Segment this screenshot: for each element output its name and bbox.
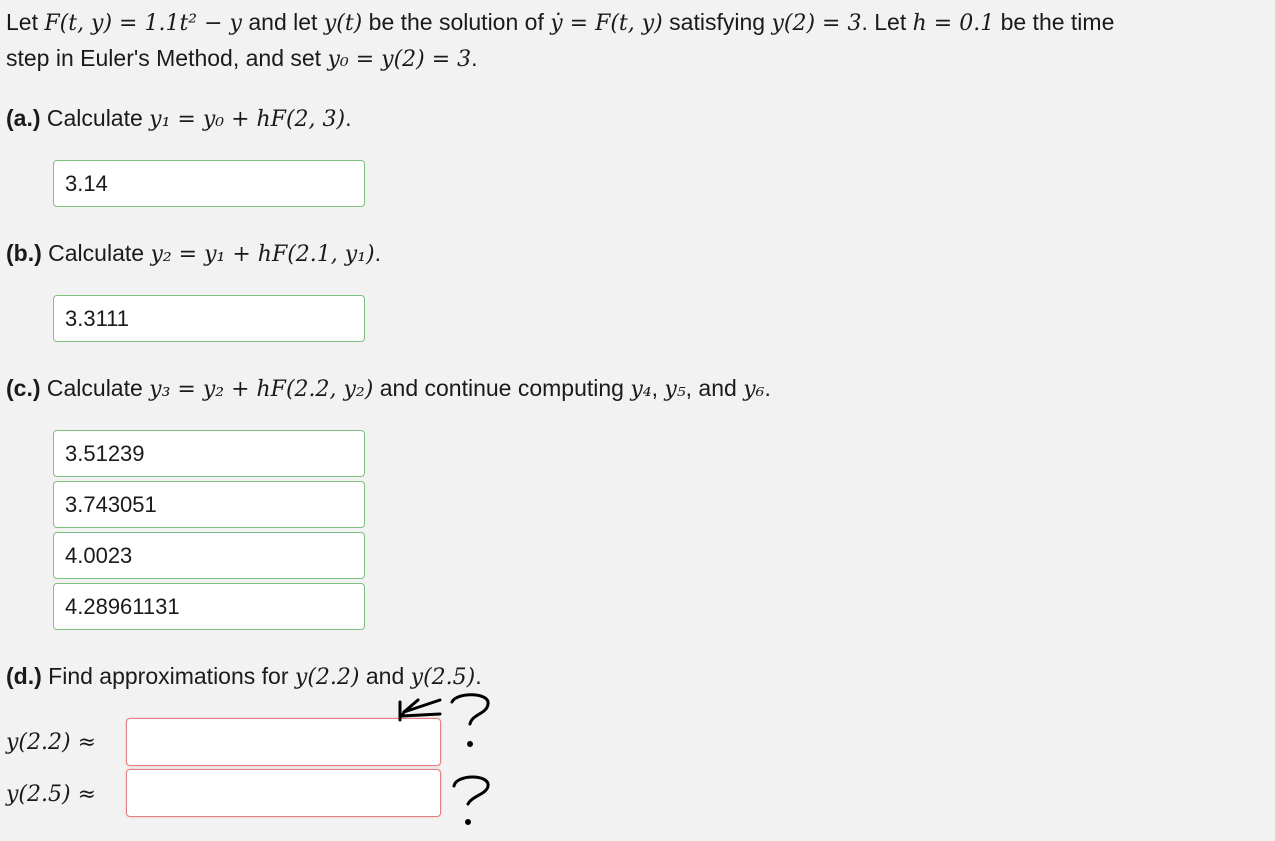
part-c-continue-text: and continue computing xyxy=(379,375,624,401)
intro-step-text: step in Euler's Method, and set xyxy=(6,45,322,71)
part-b-label: (b.) xyxy=(6,240,42,266)
answer-y1[interactable]: 3.14 xyxy=(53,160,365,207)
answer-y4[interactable]: 3.743051 xyxy=(53,481,365,528)
y-2-2-symbol: y(2.2) xyxy=(294,665,360,690)
y5-symbol: y₅ xyxy=(664,377,686,402)
part-c-end: . xyxy=(764,375,771,401)
part-b-end: . xyxy=(374,240,381,266)
part-d-prompt: (d.) Find approximations for y(2.2) and … xyxy=(6,662,482,692)
part-a-formula: y₁ = y₀ + hF(2, 3) xyxy=(149,107,346,132)
y-2-5-symbol: y(2.5) xyxy=(410,665,476,690)
part-b-formula: y₂ = y₁ + hF(2.1, y₁) xyxy=(150,242,375,267)
answer-y3[interactable]: 3.51239 xyxy=(53,430,365,477)
row1-label: y(2.2) ≈ xyxy=(6,727,96,757)
intro-line-2: step in Euler's Method, and set y₀ = y(2… xyxy=(6,44,478,74)
part-a-prompt: (a.) Calculate y₁ = y₀ + hF(2, 3). xyxy=(6,104,351,134)
answer-y2[interactable]: 3.3111 xyxy=(53,295,365,342)
intro-be-time: be the time xyxy=(1000,9,1115,35)
part-b-prompt: (b.) Calculate y₂ = y₁ + hF(2.1, y₁). xyxy=(6,239,381,269)
y0-definition: y₀ = y(2) = 3 xyxy=(327,47,472,72)
part-d-end: . xyxy=(475,663,482,689)
part-b-text: Calculate xyxy=(48,240,145,266)
h-definition: h = 0.1 xyxy=(912,11,995,36)
part-c-prompt: (c.) Calculate y₃ = y₂ + hF(2.2, y₂) and… xyxy=(6,375,771,402)
intro-and-let: and let xyxy=(248,9,318,35)
intro-be-solution: be the solution of xyxy=(368,9,544,35)
y-of-t: y(t) xyxy=(323,11,363,36)
answer-y6[interactable]: 4.28961131 xyxy=(53,583,365,630)
intro-let: Let xyxy=(6,9,38,35)
intro-line-1: Let F(t, y) = 1.1t² − y and let y(t) be … xyxy=(6,8,1114,38)
intro-period: . xyxy=(471,45,478,71)
part-c-text: Calculate xyxy=(46,375,143,401)
part-a-text: Calculate xyxy=(46,105,143,131)
handwritten-question-marks-icon xyxy=(398,693,490,825)
initial-condition: y(2) = 3 xyxy=(771,11,862,36)
answer-y5[interactable]: 4.0023 xyxy=(53,532,365,579)
part-c-and: , and xyxy=(685,375,737,401)
part-a-end: . xyxy=(345,105,352,131)
row1-label-text: y(2.2) ≈ xyxy=(6,730,97,755)
row2-label: y(2.5) ≈ xyxy=(6,779,96,809)
y6-symbol: y₆ xyxy=(743,377,765,402)
part-d-text: Find approximations for xyxy=(48,663,289,689)
part-d-and: and xyxy=(365,663,405,689)
y4-symbol: y₄ xyxy=(630,377,652,402)
part-d-label: (d.) xyxy=(6,663,42,689)
ode-equation: ẏ = F(t, y) xyxy=(550,11,663,36)
part-c-formula: y₃ = y₂ + hF(2.2, y₂) xyxy=(149,377,374,402)
row2-label-text: y(2.5) ≈ xyxy=(6,782,97,807)
F-definition: F(t, y) = 1.1t² − y xyxy=(44,11,242,36)
part-a-label: (a.) xyxy=(6,105,41,131)
intro-satisfying: satisfying xyxy=(669,9,766,35)
part-c-label: (c.) xyxy=(6,375,41,401)
intro-let-h: . Let xyxy=(861,9,907,35)
